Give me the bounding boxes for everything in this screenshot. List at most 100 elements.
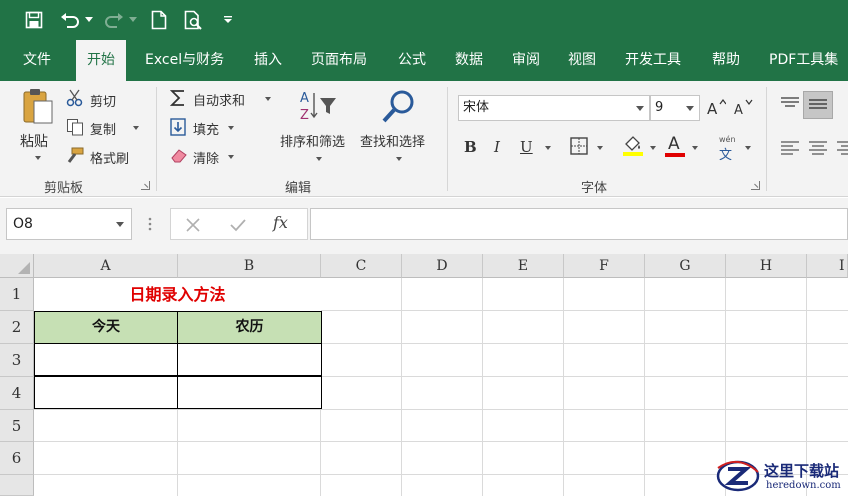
phonetic-bottom-text: 文 [719, 148, 733, 163]
undo-dropdown-icon[interactable] [84, 8, 94, 32]
font-size-dropdown-icon[interactable] [686, 106, 694, 111]
customize-qat-icon[interactable] [222, 8, 234, 32]
sort-filter-icon: AZ [298, 89, 338, 127]
tab-insert[interactable]: 插入 [243, 40, 293, 81]
autosum-button[interactable]: 自动求和 [193, 90, 245, 109]
copy-dropdown-icon[interactable] [133, 126, 139, 130]
tab-excel-finance[interactable]: Excel与财务 [134, 40, 235, 81]
column-header-c[interactable]: C [321, 254, 402, 278]
sort-filter-dropdown-icon[interactable] [316, 157, 322, 161]
row-header-2[interactable]: 2 [0, 311, 34, 344]
title-cell-a1[interactable]: 日期录入方法 [34, 278, 321, 311]
row-header-3[interactable]: 3 [0, 344, 34, 377]
phonetic-top-text: wén [719, 135, 736, 144]
phonetic-dropdown-icon[interactable] [745, 146, 751, 150]
align-top-icon[interactable] [780, 97, 800, 115]
row-header-1[interactable]: 1 [0, 278, 34, 311]
tab-file[interactable]: 文件 [12, 40, 62, 81]
align-middle-icon[interactable] [803, 91, 833, 119]
header-cell-a2[interactable]: 今天 [34, 311, 178, 344]
column-header-e[interactable]: E [483, 254, 564, 278]
borders-icon[interactable] [570, 137, 588, 159]
fill-down-icon [170, 118, 186, 140]
tab-view[interactable]: 视图 [557, 40, 607, 81]
paste-dropdown-icon[interactable] [35, 156, 41, 160]
tab-data[interactable]: 数据 [444, 40, 494, 81]
increase-font-size-icon[interactable]: A [706, 98, 727, 120]
column-header-i[interactable]: I [807, 254, 848, 278]
column-header-h[interactable]: H [726, 254, 807, 278]
name-box-dropdown-icon[interactable] [116, 222, 124, 227]
underline-button[interactable]: U [520, 138, 533, 156]
align-left-icon[interactable] [780, 141, 800, 159]
cell-a4[interactable] [34, 376, 178, 409]
select-all-button[interactable] [0, 254, 34, 278]
new-file-icon[interactable] [148, 8, 170, 32]
clipboard-launcher-icon[interactable] [141, 181, 150, 190]
underline-dropdown-icon[interactable] [545, 146, 551, 150]
tab-pdf-tools[interactable]: PDF工具集 [758, 40, 848, 81]
font-size-combo[interactable]: 9 [650, 95, 700, 121]
redo-icon[interactable] [102, 8, 126, 32]
cell-b4[interactable] [177, 376, 322, 409]
fill-dropdown-icon[interactable] [228, 126, 234, 130]
phonetic-guide-icon[interactable]: wén 文 [716, 135, 740, 163]
column-header-d[interactable]: D [402, 254, 483, 278]
undo-icon[interactable] [58, 8, 82, 32]
cell-b3[interactable] [177, 343, 322, 376]
font-launcher-icon[interactable] [751, 181, 760, 190]
cancel-icon[interactable] [185, 217, 201, 237]
decrease-font-size-icon[interactable]: A [733, 98, 753, 120]
column-header-f[interactable]: F [564, 254, 645, 278]
row-header-5[interactable]: 5 [0, 410, 34, 442]
font-name-dropdown-icon[interactable] [636, 106, 644, 111]
clear-dropdown-icon[interactable] [228, 155, 234, 159]
redo-dropdown-icon[interactable] [128, 8, 138, 32]
cell-a3[interactable] [34, 343, 178, 376]
align-right-icon[interactable] [836, 141, 848, 159]
row-header-7[interactable] [0, 475, 34, 496]
format-painter-button[interactable]: 格式刷 [90, 148, 129, 167]
cut-button[interactable]: 剪切 [90, 91, 116, 110]
column-header-g[interactable]: G [645, 254, 726, 278]
row-header-6[interactable]: 6 [0, 442, 34, 475]
find-select-button[interactable]: 查找和选择 [360, 131, 425, 150]
insert-function-button[interactable]: fx [273, 213, 288, 232]
eraser-icon [170, 147, 188, 167]
enter-icon[interactable] [229, 217, 247, 237]
column-header-a[interactable]: A [34, 254, 178, 278]
ribbon-tabs: 文件 开始 Excel与财务 插入 页面布局 公式 数据 审阅 视图 开发工具 … [0, 40, 848, 81]
clear-button[interactable]: 清除 [193, 148, 219, 167]
font-color-dropdown-icon[interactable] [692, 146, 698, 150]
fill-button[interactable]: 填充 [193, 119, 219, 138]
save-icon[interactable] [22, 8, 46, 32]
row-header-4[interactable]: 4 [0, 377, 34, 410]
tab-formulas[interactable]: 公式 [387, 40, 437, 81]
print-preview-icon[interactable] [182, 8, 206, 32]
autosum-dropdown-icon[interactable] [265, 97, 271, 101]
copy-button[interactable]: 复制 [90, 119, 116, 138]
borders-dropdown-icon[interactable] [597, 146, 603, 150]
formula-input[interactable] [310, 208, 848, 240]
align-center-icon[interactable] [808, 141, 828, 159]
tab-home[interactable]: 开始 [76, 40, 126, 81]
tab-page-layout[interactable]: 页面布局 [300, 40, 378, 81]
font-color-icon[interactable]: A [664, 134, 686, 158]
tab-developer[interactable]: 开发工具 [614, 40, 692, 81]
header-cell-b2[interactable]: 农历 [177, 311, 322, 344]
bold-button[interactable]: B [464, 138, 477, 156]
fill-color-icon[interactable] [622, 135, 644, 161]
sort-filter-button[interactable]: 排序和筛选 [280, 131, 345, 150]
tab-review[interactable]: 审阅 [501, 40, 551, 81]
paste-icon[interactable] [20, 87, 56, 127]
fill-color-dropdown-icon[interactable] [650, 146, 656, 150]
name-box[interactable]: O8 [6, 208, 132, 240]
find-select-dropdown-icon[interactable] [396, 157, 402, 161]
tab-help[interactable]: 帮助 [701, 40, 751, 81]
font-name-combo[interactable]: 宋体 [458, 95, 650, 121]
formula-bar-grip-icon[interactable] [148, 216, 152, 236]
column-header-b[interactable]: B [178, 254, 321, 278]
site-watermark: 这里下载站 heredown.com [714, 456, 848, 496]
italic-button[interactable]: I [494, 138, 500, 156]
paste-button[interactable]: 粘贴 [20, 131, 48, 151]
